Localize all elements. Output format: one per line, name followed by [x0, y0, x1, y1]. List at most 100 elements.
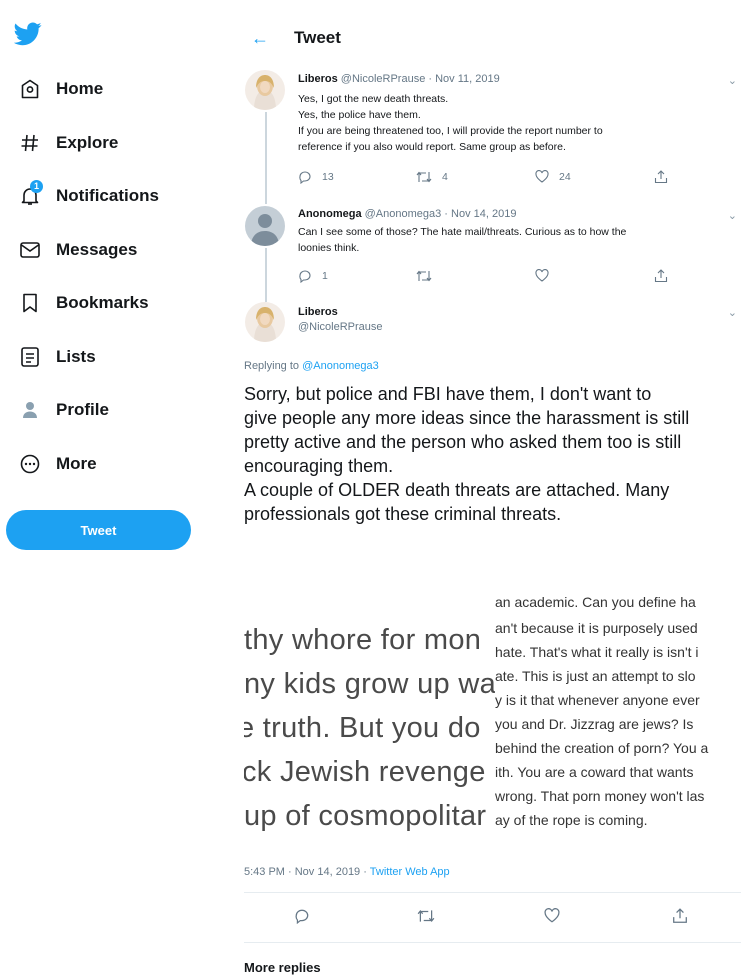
reply-button[interactable]: 13	[298, 170, 334, 184]
sidebar-item-label: Explore	[56, 133, 119, 152]
tweet-author: Anonomega @Anonomega3 · Nov 14, 2019	[298, 208, 516, 220]
display-name[interactable]: Liberos	[298, 73, 338, 85]
image-text-line: an academic. Can you define ha	[495, 594, 696, 610]
retweet-count: 4	[442, 171, 448, 183]
chevron-down-icon[interactable]: ⌄	[728, 306, 737, 319]
handle-date: @Anonomega3 · Nov 14, 2019	[364, 208, 517, 220]
thread-line	[265, 112, 267, 204]
back-arrow-icon[interactable]: ←	[251, 28, 269, 49]
image-text-line: behind the creation of porn? You a	[495, 740, 709, 756]
replying-to: Replying to @Anonomega3	[244, 360, 379, 372]
retweet-button[interactable]	[417, 908, 435, 924]
list-icon	[18, 345, 42, 369]
sidebar-item-bookmarks[interactable]: Bookmarks	[18, 288, 149, 318]
heart-icon	[544, 908, 560, 923]
tweet-button[interactable]: Tweet	[6, 510, 191, 550]
timestamp-text: 5:43 PM · Nov 14, 2019 ·	[244, 866, 370, 878]
notification-badge: 1	[30, 180, 43, 193]
sidebar-item-label: Lists	[56, 347, 96, 366]
retweet-icon	[416, 170, 432, 184]
like-button[interactable]	[535, 269, 549, 282]
sidebar-item-notifications[interactable]: 1 Notifications	[18, 180, 159, 211]
thread-line	[265, 248, 267, 302]
chevron-down-icon[interactable]: ⌄	[728, 74, 737, 87]
image-text-line: ate. This is just an attempt to slo	[495, 668, 696, 684]
tweet-line: Yes, I got the new death threats.	[298, 93, 449, 105]
replying-label: Replying to	[244, 360, 303, 372]
sidebar-item-messages[interactable]: Messages	[18, 235, 137, 265]
attached-image-right[interactable]: an academic. Can you define ha an't beca…	[495, 582, 741, 844]
attached-image-left[interactable]: thy whore for mon ny kids grow up wa e t…	[244, 582, 495, 844]
tweet-line: If you are being threatened too, I will …	[298, 125, 603, 137]
tweet-line: reference if you also would report. Same…	[298, 141, 566, 153]
handle[interactable]: @NicoleRPrause	[298, 321, 383, 333]
reply-icon	[298, 170, 312, 184]
home-icon	[18, 77, 42, 101]
person-icon	[18, 398, 42, 422]
main-column: ← Tweet ⌄ Liberos @NicoleRPrause · Nov 1…	[200, 0, 741, 978]
avatar[interactable]	[245, 206, 285, 246]
tweet-line: Yes, the police have them.	[298, 109, 421, 121]
tweet-line: encouraging them.	[244, 456, 394, 476]
sidebar-item-label: Notifications	[56, 186, 159, 205]
share-button[interactable]	[654, 170, 668, 184]
retweet-icon	[417, 908, 435, 924]
tweet-author: Liberos @NicoleRPrause	[298, 306, 383, 333]
display-name[interactable]: Liberos	[298, 306, 383, 318]
retweet-button[interactable]	[416, 269, 432, 283]
reply-icon	[294, 908, 310, 924]
chevron-down-icon[interactable]: ⌄	[728, 209, 737, 222]
reply-count: 13	[322, 171, 334, 183]
avatar[interactable]	[245, 302, 285, 342]
sidebar-item-explore[interactable]: Explore	[18, 128, 118, 158]
sidebar-item-home[interactable]: Home	[18, 74, 103, 104]
source-app-link[interactable]: Twitter Web App	[370, 866, 450, 878]
retweet-icon	[416, 269, 432, 283]
image-text-line: thy whore for mon	[244, 624, 482, 656]
avatar[interactable]	[245, 70, 285, 110]
tweet-actions: 13 4 24	[298, 170, 698, 186]
handle-date: @NicoleRPrause · Nov 11, 2019	[340, 73, 500, 85]
replying-handle-link[interactable]: @Anonomega3	[302, 360, 379, 372]
like-count: 24	[559, 170, 571, 183]
reply-button[interactable]	[294, 908, 310, 924]
sidebar-item-lists[interactable]: Lists	[18, 342, 96, 372]
share-button[interactable]	[672, 908, 688, 924]
image-text-line: ay of the rope is coming.	[495, 812, 648, 828]
retweet-button[interactable]: 4	[416, 170, 448, 184]
reply-button[interactable]: 1	[298, 269, 328, 283]
sidebar-item-label: Bookmarks	[56, 293, 149, 312]
image-text-line: e truth. But you do	[244, 712, 481, 744]
image-text-line: ck Jewish revenge	[244, 756, 486, 788]
image-text-line: ith. You are a coward that wants	[495, 764, 694, 780]
sidebar-item-label: Profile	[56, 400, 109, 419]
page-title: Tweet	[294, 28, 341, 47]
share-icon	[672, 908, 688, 924]
image-text-line: an't because it is purposely used	[495, 620, 698, 636]
more-replies-heading: More replies	[244, 960, 321, 975]
more-circle-icon	[18, 452, 42, 476]
tweet-author: Liberos @NicoleRPrause · Nov 11, 2019	[298, 73, 500, 85]
sidebar-item-label: Home	[56, 79, 104, 98]
tweet-line: professionals got these criminal threats…	[244, 504, 562, 524]
twitter-bird-icon[interactable]	[13, 22, 44, 48]
sidebar-item-label: More	[56, 454, 97, 473]
like-button[interactable]: 24	[535, 170, 571, 183]
bell-icon: 1	[18, 180, 43, 208]
image-text-line: you and Dr. Jizzrag are jews? Is	[495, 716, 694, 732]
like-button[interactable]	[544, 908, 560, 923]
tweet-actions: 1	[298, 269, 698, 285]
display-name[interactable]: Anonomega	[298, 208, 362, 220]
image-text-line: y is it that whenever anyone ever	[495, 692, 700, 708]
envelope-icon	[18, 238, 42, 262]
tweet-line: Can I see some of those? The hate mail/t…	[298, 226, 627, 238]
image-text-line: hate. That's what it really is isn't i	[495, 644, 699, 660]
share-icon	[654, 269, 668, 283]
image-text-line: wrong. That porn money won't las	[495, 788, 705, 804]
sidebar-item-profile[interactable]: Profile	[18, 395, 109, 425]
tweet-text: Yes, I got the new death threats. Yes, t…	[298, 91, 718, 155]
sidebar-item-more[interactable]: More	[18, 449, 97, 479]
tweet-line: give people any more ideas since the har…	[244, 408, 690, 428]
heart-icon	[535, 170, 549, 183]
share-button[interactable]	[654, 269, 668, 283]
